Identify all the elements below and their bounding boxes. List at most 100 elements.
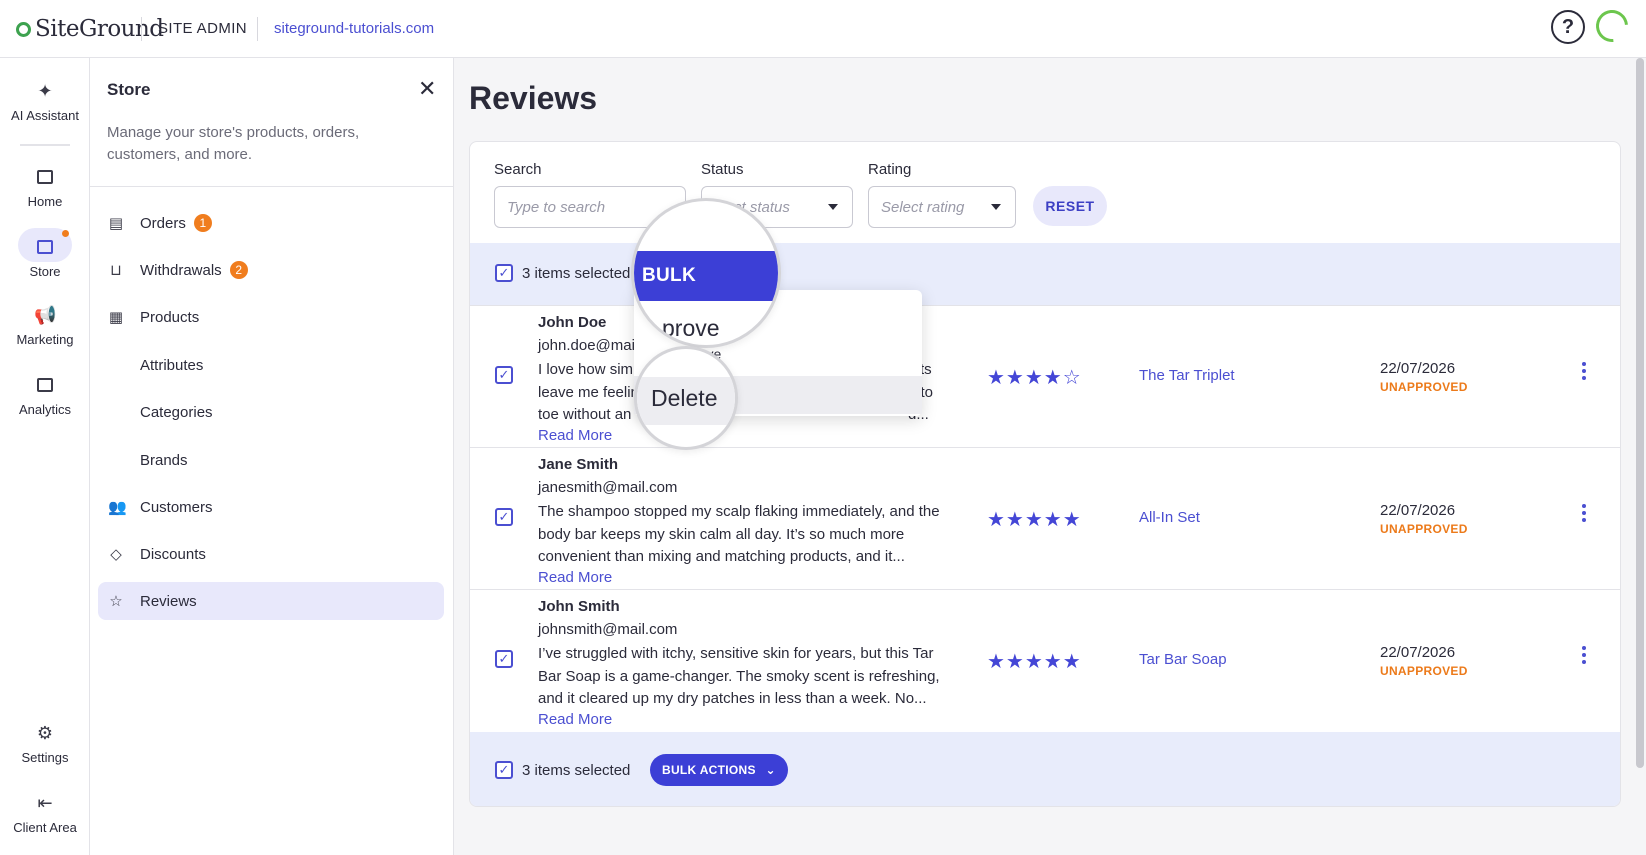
chart-icon xyxy=(37,378,53,392)
review-text-line: leave me feelin xyxy=(538,383,639,401)
rail-item-label: Marketing xyxy=(16,332,74,347)
tag-icon: ◇ xyxy=(110,546,122,563)
read-more-link[interactable]: Read More xyxy=(538,427,612,444)
rail-item-label: Client Area xyxy=(13,820,77,835)
divider xyxy=(90,186,454,187)
star-icon: ☆ xyxy=(109,593,123,610)
more-options-icon[interactable] xyxy=(1580,362,1588,383)
selected-count: 3 items selected xyxy=(522,265,631,282)
star-rating: ★★★★★ xyxy=(987,509,1082,531)
selected-count: 3 items selected xyxy=(522,762,631,779)
users-icon: 👥 xyxy=(108,499,127,516)
panel-description: Manage your store's products, orders, cu… xyxy=(107,124,360,163)
empty-stars: ☆ xyxy=(1062,367,1082,389)
help-icon[interactable]: ? xyxy=(1551,10,1585,44)
row-checkbox[interactable]: ✓ xyxy=(495,508,513,526)
reviewer-name: Jane Smith xyxy=(538,456,619,473)
nav-item-reviews[interactable]: ☆ Reviews xyxy=(98,582,444,620)
nav-item-label: Orders xyxy=(140,214,186,232)
logo-text: SiteGround xyxy=(35,16,164,42)
store-icon xyxy=(37,240,53,254)
rail-item-client-area[interactable]: ⇤ Client Area xyxy=(0,792,90,835)
rail-item-marketing[interactable]: 📢 Marketing xyxy=(0,304,90,347)
nav-item-label: Brands xyxy=(140,451,188,469)
reviewer-email: johnsmith@mail.com xyxy=(538,621,678,638)
rail-item-label: AI Assistant xyxy=(11,108,79,123)
page-title: Reviews xyxy=(469,80,598,116)
gear-icon: ⚙ xyxy=(36,723,54,743)
megaphone-icon: 📢 xyxy=(34,305,57,325)
top-bar: SiteGround SITE ADMIN siteground-tutoria… xyxy=(0,0,1646,58)
rail-item-ai-assistant[interactable]: ✦ AI Assistant xyxy=(0,80,90,123)
bulk-actions-button-zoomed[interactable]: BULK ACTIONS xyxy=(634,251,778,336)
nav-item-label: Withdrawals xyxy=(140,261,222,279)
scrollbar[interactable] xyxy=(1636,58,1644,768)
nav-item-discounts[interactable]: ◇ Discounts xyxy=(98,535,444,573)
review-text-line: I love how simpl xyxy=(538,361,645,378)
read-more-link[interactable]: Read More xyxy=(538,711,612,728)
nav-item-attributes[interactable]: Attributes xyxy=(98,346,444,384)
icon-rail: ✦ AI Assistant Home Store 📢 Marketing An… xyxy=(0,58,90,855)
nav-item-withdrawals[interactable]: ⊔ Withdrawals 2 xyxy=(98,251,444,289)
nav-item-label: Reviews xyxy=(140,592,197,610)
row-checkbox[interactable]: ✓ xyxy=(495,366,513,384)
rating-select[interactable]: Select rating xyxy=(868,186,1016,228)
rail-divider xyxy=(20,144,70,146)
product-link[interactable]: All-In Set xyxy=(1139,509,1200,526)
table-row: ✓ John Smith johnsmith@mail.com I’ve str… xyxy=(470,589,1620,731)
nav-item-brands[interactable]: Brands xyxy=(98,441,444,479)
loading-spinner-icon xyxy=(1589,3,1635,49)
grid-icon: ▦ xyxy=(108,309,124,326)
row-checkbox[interactable]: ✓ xyxy=(495,650,513,668)
select-all-checkbox[interactable]: ✓ xyxy=(495,264,513,282)
chevron-down-icon xyxy=(991,204,1001,210)
review-date: 22/07/2026 xyxy=(1380,360,1456,377)
divider xyxy=(141,17,142,41)
close-icon[interactable]: ✕ xyxy=(418,76,436,102)
receipt-icon: ▤ xyxy=(108,215,124,232)
review-text: I’ve struggled with itchy, sensitive ski… xyxy=(538,645,940,707)
rail-item-label: Home xyxy=(27,194,63,209)
nav-item-label: Attributes xyxy=(140,356,204,374)
divider xyxy=(257,17,258,41)
nav-item-products[interactable]: ▦ Products xyxy=(98,298,444,336)
bulk-actions-bar-bottom: ✓ 3 items selected BULK ACTIONS ⌄ xyxy=(470,732,1620,806)
read-more-link[interactable]: Read More xyxy=(538,569,612,586)
product-link[interactable]: Tar Bar Soap xyxy=(1139,651,1227,668)
rail-item-settings[interactable]: ⚙ Settings xyxy=(0,722,90,765)
zoom-callout-delete: Delete xyxy=(634,346,738,450)
nav-item-orders[interactable]: ▤ Orders 1 xyxy=(98,204,444,242)
product-link[interactable]: The Tar Triplet xyxy=(1139,367,1235,384)
star-rating: ★★★★★ xyxy=(987,651,1082,673)
nav-item-categories[interactable]: Categories xyxy=(98,393,444,431)
table-row: ✓ Jane Smith janesmith@mail.com The sham… xyxy=(470,447,1620,589)
rail-item-store[interactable]: Store xyxy=(0,228,90,279)
chevron-down-icon xyxy=(828,204,838,210)
search-label: Search xyxy=(494,161,542,178)
status-badge: UNAPPROVED xyxy=(1380,522,1468,536)
rail-item-analytics[interactable]: Analytics xyxy=(0,374,90,417)
bulk-actions-label: BULK ACTIONS xyxy=(662,763,756,777)
reviewer-email: janesmith@mail.com xyxy=(538,479,678,496)
menu-item-delete-zoomed[interactable]: Delete xyxy=(651,385,717,412)
reset-button[interactable]: RESET xyxy=(1033,186,1107,226)
inbox-icon: ⊔ xyxy=(110,262,122,279)
reviewer-name: John Smith xyxy=(538,598,620,615)
reviewer-name: John Doe xyxy=(538,314,607,331)
domain-link[interactable]: siteground-tutorials.com xyxy=(274,20,434,37)
nav-item-customers[interactable]: 👥 Customers xyxy=(98,488,444,526)
sparkle-icon: ✦ xyxy=(37,81,53,101)
count-badge: 2 xyxy=(229,261,248,279)
section-label: SITE ADMIN xyxy=(158,20,248,37)
nav-item-label: Products xyxy=(140,308,200,326)
rail-item-home[interactable]: Home xyxy=(0,166,90,209)
select-all-checkbox[interactable]: ✓ xyxy=(495,761,513,779)
menu-item-approve-zoomed[interactable]: prove xyxy=(662,315,720,342)
nav-item-label: Discounts xyxy=(140,545,206,563)
panel-title: Store xyxy=(107,80,151,99)
more-options-icon[interactable] xyxy=(1580,646,1588,667)
more-options-icon[interactable] xyxy=(1580,504,1588,525)
bulk-actions-button[interactable]: BULK ACTIONS ⌄ xyxy=(650,754,788,786)
status-badge: UNAPPROVED xyxy=(1380,380,1468,394)
nav-item-label: Categories xyxy=(140,403,213,421)
